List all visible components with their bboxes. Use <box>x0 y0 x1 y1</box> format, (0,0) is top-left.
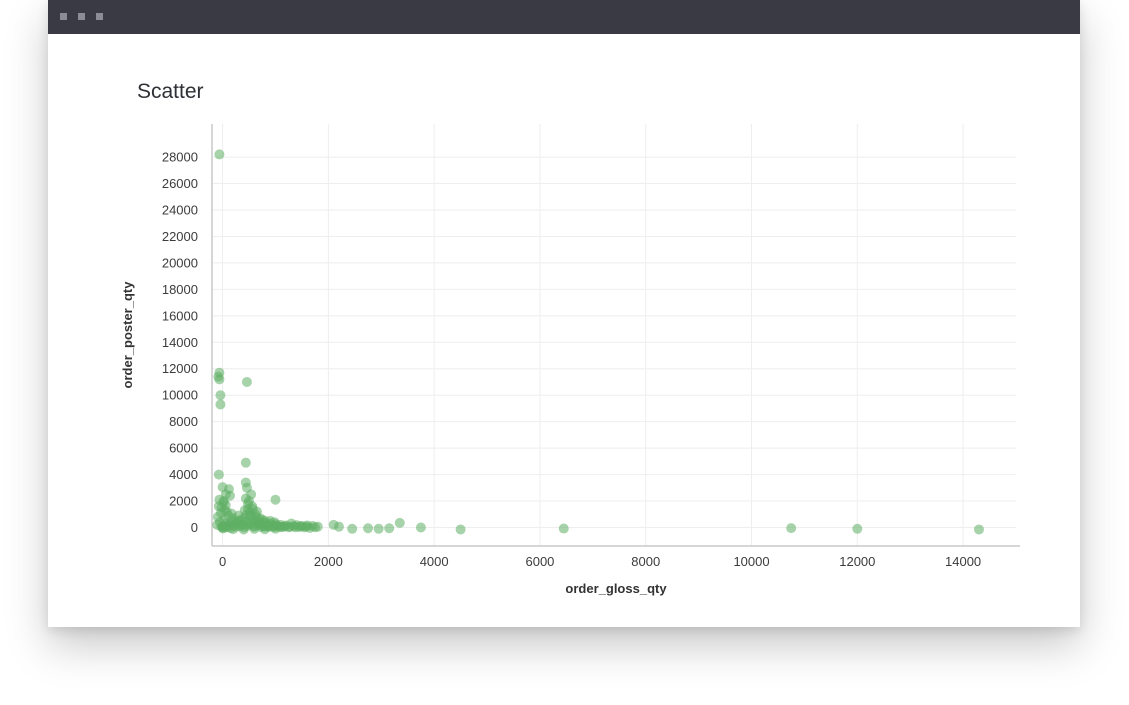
scatter-point <box>347 523 358 534</box>
scatter-point <box>373 523 384 534</box>
x-axis-title: order_gloss_qty <box>565 581 667 596</box>
scatter-point <box>215 390 226 401</box>
scatter-point <box>310 522 321 533</box>
x-tick-label: 12000 <box>839 554 875 569</box>
scatter-point <box>228 524 239 535</box>
scatter-point <box>251 506 262 517</box>
scatter-point <box>363 523 374 534</box>
scatter-point <box>301 521 312 532</box>
scatter-point <box>973 524 984 535</box>
scatter-point <box>220 489 231 500</box>
y-tick-label: 28000 <box>162 150 198 165</box>
x-tick-label: 0 <box>219 554 226 569</box>
y-tick-label: 6000 <box>169 441 198 456</box>
y-tick-label: 26000 <box>162 176 198 191</box>
x-tick-label: 10000 <box>733 554 769 569</box>
scatter-point <box>249 523 260 534</box>
scatter-point <box>384 523 395 534</box>
grid-lines <box>212 124 1016 546</box>
y-tick-label: 24000 <box>162 202 198 217</box>
scatter-point <box>852 523 863 534</box>
scatter-point <box>215 399 226 410</box>
window-dot-2[interactable] <box>78 13 85 20</box>
scatter-point <box>558 523 569 534</box>
scatter-point <box>226 508 237 519</box>
scatter-point <box>241 376 252 387</box>
x-tick-label: 6000 <box>525 554 554 569</box>
y-tick-label: 10000 <box>162 388 198 403</box>
y-axis-title: order_poster_qty <box>120 281 135 389</box>
tick-labels: 0 2000 4000 6000 8000 10000 12000 14000 0 2000 400… <box>162 150 981 569</box>
x-tick-label: 14000 <box>945 554 981 569</box>
window-dot-3[interactable] <box>96 13 103 20</box>
scatter-chart: order_gloss_qty order_poster_qty 0 2000 4000… <box>120 124 1020 596</box>
window-dot-1[interactable] <box>60 13 67 20</box>
y-tick-label: 22000 <box>162 229 198 244</box>
scatter-point <box>240 457 251 468</box>
scatter-point <box>238 524 249 535</box>
scatter-point <box>213 469 224 480</box>
y-tick-label: 0 <box>191 520 198 535</box>
y-tick-label: 4000 <box>169 467 198 482</box>
scatter-point <box>270 494 281 505</box>
x-tick-label: 2000 <box>314 554 343 569</box>
window-title-bar <box>48 0 1080 34</box>
scatter-point <box>786 523 797 534</box>
app-window: Scatter order_gloss_qty order_poster_qty 0… <box>48 0 1080 627</box>
y-tick-label: 12000 <box>162 361 198 376</box>
y-tick-label: 16000 <box>162 308 198 323</box>
y-tick-label: 8000 <box>169 414 198 429</box>
scatter-point <box>259 524 270 535</box>
scatter-point <box>333 521 344 532</box>
y-tick-label: 14000 <box>162 335 198 350</box>
scatter-point <box>214 149 225 160</box>
scatter-point <box>394 517 405 528</box>
y-tick-label: 2000 <box>169 494 198 509</box>
y-tick-label: 20000 <box>162 255 198 270</box>
scatter-point <box>270 523 281 534</box>
x-tick-label: 8000 <box>631 554 660 569</box>
scatter-point <box>455 524 466 535</box>
y-tick-label: 18000 <box>162 282 198 297</box>
scatter-point <box>214 374 225 385</box>
scatter-point <box>217 522 228 533</box>
x-tick-label: 4000 <box>420 554 449 569</box>
scatter-point <box>415 522 426 533</box>
